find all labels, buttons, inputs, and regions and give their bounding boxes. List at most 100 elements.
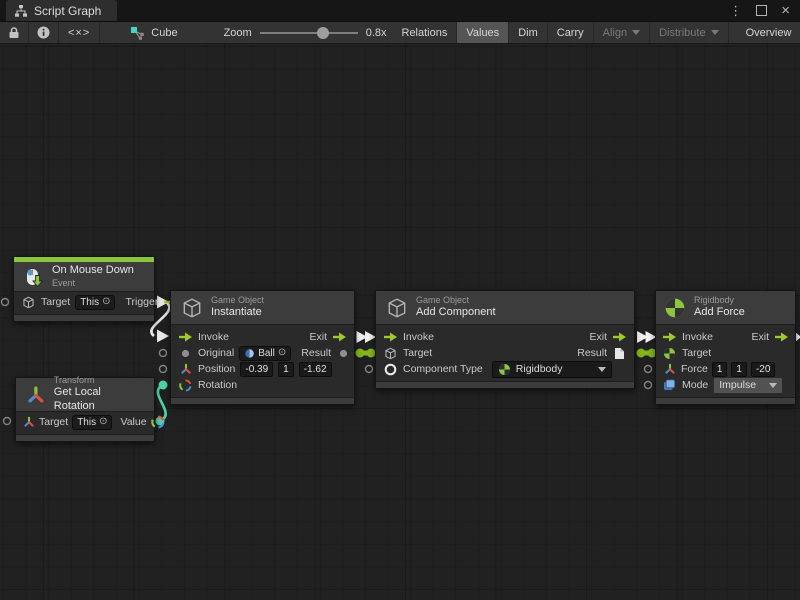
tab-script-graph[interactable]: Script Graph xyxy=(6,0,117,21)
target-label: Target xyxy=(403,347,432,359)
result-label: Result xyxy=(301,347,331,359)
info-button[interactable] xyxy=(29,22,59,43)
graph-breadcrumb[interactable]: Cube xyxy=(122,22,185,43)
transform-icon xyxy=(22,416,35,428)
port-position-in[interactable] xyxy=(160,366,167,373)
node-footer xyxy=(14,314,154,321)
exit-label: Exit xyxy=(589,331,607,343)
node-on-mouse-down[interactable]: On Mouse Down Event Target This ⊙ Trigge… xyxy=(13,256,155,322)
position-z-field[interactable]: -1.62 xyxy=(299,362,332,377)
node-title: Add Component xyxy=(416,306,496,320)
node-get-local-rotation[interactable]: Transform Get Local Rotation Target This… xyxy=(15,377,155,442)
zoom-slider[interactable] xyxy=(260,22,358,44)
port-rotation-in[interactable] xyxy=(159,381,168,390)
node-category: Event xyxy=(52,278,134,289)
force-z-field[interactable]: -20 xyxy=(751,362,775,377)
node-footer xyxy=(656,397,795,404)
code-icon: <×> xyxy=(68,27,90,39)
component-result-icon[interactable] xyxy=(612,347,627,360)
port-force-in[interactable] xyxy=(645,366,652,373)
overview-button[interactable]: Overview xyxy=(737,22,800,43)
port-target-in-getlocalrotation[interactable] xyxy=(4,418,11,425)
position-y-field[interactable]: 1 xyxy=(278,362,294,377)
invoke-label: Invoke xyxy=(198,331,229,343)
node-footer xyxy=(16,434,154,441)
distribute-button[interactable]: Distribute xyxy=(650,22,728,43)
align-button[interactable]: Align xyxy=(594,22,650,43)
original-value-chip[interactable]: Ball ⊙ xyxy=(239,346,291,361)
node-instantiate[interactable]: Game Object Instantiate Invoke Exit Orig… xyxy=(170,290,355,405)
rotation-type-icon xyxy=(151,415,165,429)
zoom-label: Zoom xyxy=(224,27,252,39)
mouse-down-icon xyxy=(24,267,44,287)
graph-canvas[interactable]: On Mouse Down Event Target This ⊙ Trigge… xyxy=(0,44,800,600)
flow-arrow-icon xyxy=(662,332,677,342)
exit-label: Exit xyxy=(751,331,769,343)
node-footer xyxy=(376,381,634,388)
node-title: Get Local Rotation xyxy=(54,386,144,414)
script-graph-window: Script Graph ⋮ × <×> Cube Zoom 0.8 xyxy=(0,0,800,600)
chevron-down-icon xyxy=(598,367,606,372)
game-object-icon xyxy=(21,296,36,309)
title-bar: Script Graph ⋮ × xyxy=(0,0,800,22)
graph-node-icon xyxy=(130,26,145,40)
node-category: Game Object xyxy=(416,295,496,306)
force-y-field[interactable]: 1 xyxy=(731,362,747,377)
port-componenttype-in[interactable] xyxy=(366,366,373,373)
port-original-in[interactable] xyxy=(160,350,167,357)
object-picker-icon[interactable]: ⊙ xyxy=(278,348,286,358)
target-label: Target xyxy=(682,347,711,359)
target-label: Target xyxy=(41,296,70,308)
force-mode-dropdown[interactable]: Impulse xyxy=(713,377,783,394)
object-type-icon xyxy=(178,349,193,358)
code-view-button[interactable]: <×> xyxy=(59,22,100,43)
toolbar-buttons: Relations Values Dim Carry Align Distrib… xyxy=(393,22,800,43)
port-result-out-addcomponent[interactable] xyxy=(637,349,646,358)
game-object-icon xyxy=(386,297,408,319)
object-picker-icon[interactable]: ⊙ xyxy=(99,417,107,427)
force-x-field[interactable]: 1 xyxy=(712,362,728,377)
maximize-icon[interactable] xyxy=(756,5,767,16)
lock-button[interactable] xyxy=(0,22,29,43)
target-value-chip[interactable]: This ⊙ xyxy=(75,295,115,310)
flow-arrow-icon xyxy=(774,332,789,342)
chevron-down-icon xyxy=(711,30,719,35)
exit-label: Exit xyxy=(309,331,327,343)
component-type-label: Component Type xyxy=(403,363,483,375)
target-value-chip[interactable]: This ⊙ xyxy=(72,415,112,430)
flow-arrow-icon xyxy=(178,332,193,342)
position-x-field[interactable]: -0.39 xyxy=(240,362,273,377)
component-type-dropdown[interactable]: Rigidbody xyxy=(492,361,612,378)
node-add-component[interactable]: Game Object Add Component Invoke Exit Ta… xyxy=(375,290,635,389)
port-invoke-in-instantiate[interactable] xyxy=(157,330,169,343)
close-icon[interactable]: × xyxy=(781,3,790,18)
force-mode-icon xyxy=(662,379,677,391)
node-add-force[interactable]: Rigidbody Add Force Invoke Exit Target xyxy=(655,290,796,405)
original-label: Original xyxy=(198,347,234,359)
flow-arrow-icon xyxy=(332,332,347,342)
window-controls: ⋮ × xyxy=(729,0,800,21)
vector3-axis-icon xyxy=(662,363,677,375)
position-label: Position xyxy=(198,363,235,375)
port-result-out-instantiate[interactable] xyxy=(356,349,365,358)
zoom-slider-knob[interactable] xyxy=(317,27,329,39)
object-picker-icon[interactable]: ⊙ xyxy=(102,297,110,307)
vector3-axis-icon xyxy=(178,363,193,375)
rigidbody-icon xyxy=(662,347,677,360)
chevron-down-icon xyxy=(769,383,777,388)
port-target-in-onmousedown[interactable] xyxy=(2,299,9,306)
flow-arrow-icon xyxy=(612,332,627,342)
result-port-icon[interactable] xyxy=(336,349,351,358)
trigger-label: Trigger xyxy=(125,296,158,308)
values-button[interactable]: Values xyxy=(457,22,509,43)
rigidbody-icon xyxy=(498,363,511,376)
node-category: Transform xyxy=(54,375,144,386)
relations-button[interactable]: Relations xyxy=(393,22,458,43)
port-mode-in[interactable] xyxy=(645,382,652,389)
rotation-label: Rotation xyxy=(198,379,237,391)
window-menu-icon[interactable]: ⋮ xyxy=(729,4,742,17)
zoom-control: Zoom 0.8x xyxy=(218,22,393,43)
lock-icon xyxy=(8,26,20,39)
carry-button[interactable]: Carry xyxy=(548,22,594,43)
dim-button[interactable]: Dim xyxy=(509,22,548,43)
